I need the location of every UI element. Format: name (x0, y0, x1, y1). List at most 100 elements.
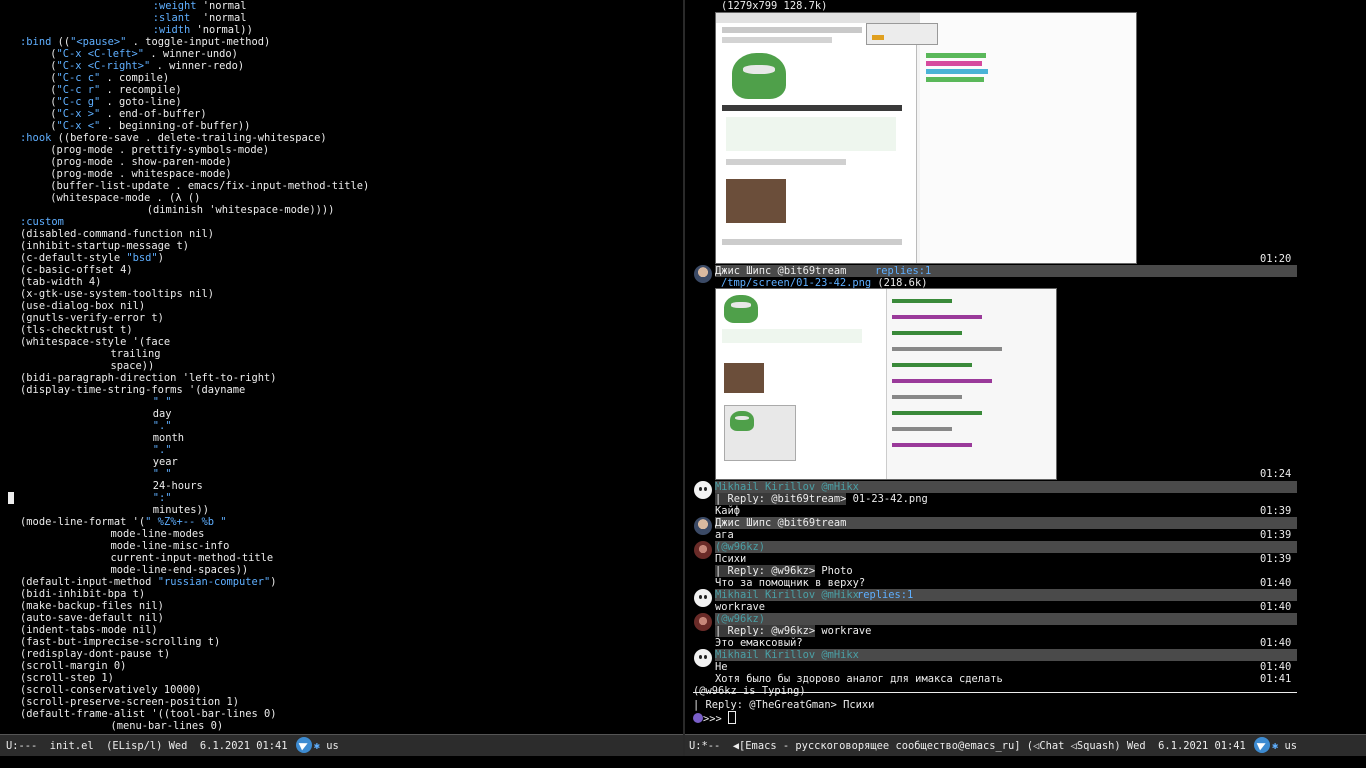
message-time: 01:40 (1260, 601, 1292, 613)
code-line[interactable]: " " (153, 396, 172, 408)
code-line[interactable]: " " (153, 468, 172, 480)
avatar[interactable] (694, 481, 712, 499)
code-line[interactable]: (gnutls-verify-error t) (20, 312, 164, 324)
code-line[interactable]: (make-backup-files nil) (20, 600, 164, 612)
code-line[interactable]: day (153, 408, 172, 420)
code-line[interactable]: (default-input-method "russian-computer"… (20, 576, 277, 588)
telega-chat-buffer[interactable]: (1279x799 128.7k) 01:20 Джис Шипс @bit69… (685, 0, 1366, 734)
code-line[interactable]: (c-default-style "bsd") (20, 252, 164, 264)
message-time: 01:41 (1260, 673, 1292, 685)
avatar[interactable] (694, 517, 712, 535)
code-line[interactable]: (disabled-command-function nil) (20, 228, 214, 240)
avatar[interactable] (694, 613, 712, 631)
code-line[interactable]: (scroll-preserve-screen-position 1) (20, 696, 239, 708)
telegram-icon[interactable] (295, 737, 312, 753)
code-line[interactable]: current-input-method-title (111, 552, 274, 564)
reply-quote[interactable]: | Reply: @bit69tream> 01-23-42.png (715, 493, 928, 505)
sender-name[interactable]: Джис Шипс @bit69tream (715, 517, 846, 529)
avatar[interactable] (694, 541, 712, 559)
code-line[interactable]: (fast-but-imprecise-scrolling t) (20, 636, 220, 648)
code-line[interactable]: ("C-c g" . goto-line) (50, 96, 181, 108)
avatar[interactable] (694, 649, 712, 667)
code-line[interactable]: ("C-c c" . compile) (50, 72, 169, 84)
code-line[interactable]: (whitespace-mode . (λ () (50, 192, 200, 204)
code-line[interactable]: ("C-x <C-right>" . winner-redo) (50, 60, 244, 72)
sender-name[interactable]: (@w96kz) (715, 541, 765, 553)
code-line[interactable]: trailing (111, 348, 161, 360)
message-body: Что за помощник в верху? (715, 577, 866, 589)
code-line[interactable]: "." (153, 444, 172, 456)
code-line[interactable]: (redisplay-dont-pause t) (20, 648, 170, 660)
code-line[interactable]: mode-line-modes (111, 528, 205, 540)
sender-name[interactable]: Mikhail Kirillov @mHikx (715, 649, 859, 661)
code-line[interactable]: month (153, 432, 184, 444)
sender-name[interactable]: Джис Шипс @bit69tream (715, 265, 846, 277)
code-line[interactable]: (scroll-step 1) (20, 672, 114, 684)
input-prompt[interactable]: >>> (693, 711, 737, 725)
sender-name[interactable]: Mikhail Kirillov @mHikx (715, 589, 859, 601)
code-line[interactable]: minutes)) (153, 504, 209, 516)
code-line[interactable]: ":" (153, 492, 172, 504)
avatar[interactable] (694, 265, 712, 283)
code-line[interactable]: (x-gtk-use-system-tooltips nil) (20, 288, 214, 300)
code-line[interactable]: (mode-line-format '(" %Z%+-- %b " (20, 516, 226, 528)
replies-link[interactable]: replies:1 (857, 589, 913, 601)
avatar[interactable] (694, 589, 712, 607)
reply-quote[interactable]: | Reply: @w96kz> Photo (715, 565, 853, 577)
sender-name[interactable]: (@w96kz) (715, 613, 765, 625)
init-el-buffer[interactable]: :weight 'normal:slant 'normal:width 'nor… (0, 0, 683, 734)
message-time: 01:40 (1260, 661, 1292, 673)
emacs-frame: :weight 'normal:slant 'normal:width 'nor… (0, 0, 1366, 768)
code-line[interactable]: 24-hours (153, 480, 203, 492)
code-line[interactable]: (default-frame-alist '((tool-bar-lines 0… (20, 708, 276, 720)
code-line[interactable]: mode-line-end-spaces)) (111, 564, 249, 576)
code-line[interactable]: (indent-tabs-mode nil) (20, 624, 158, 636)
code-line[interactable]: (buffer-list-update . emacs/fix-input-me… (50, 180, 369, 192)
code-line[interactable]: :bind (("<pause>" . toggle-input-method) (20, 36, 270, 48)
code-line[interactable]: (bidi-inhibit-bpa t) (20, 588, 145, 600)
code-line[interactable]: (scroll-margin 0) (20, 660, 126, 672)
right-mode-line[interactable]: U:*-- ◀[Emacs - русскоговорящее сообщест… (685, 734, 1366, 756)
code-line[interactable]: (use-dialog-box nil) (20, 300, 145, 312)
message-time: 01:24 (1260, 468, 1292, 480)
code-line[interactable]: :hook ((before-save . delete-trailing-wh… (20, 132, 327, 144)
code-line[interactable]: (tab-width 4) (20, 276, 101, 288)
code-line[interactable]: (display-time-string-forms '(dayname (20, 384, 245, 396)
code-line[interactable]: :custom (20, 216, 64, 228)
code-line[interactable]: ("C-x <" . beginning-of-buffer)) (50, 120, 250, 132)
echo-area[interactable] (0, 756, 1366, 768)
code-line[interactable]: ("C-x >" . end-of-buffer) (50, 108, 206, 120)
code-line[interactable]: (prog-mode . prettify-symbols-mode) (50, 144, 269, 156)
input-reply-line[interactable]: | Reply: @TheGreatGman> Психи (693, 699, 874, 711)
code-line[interactable]: (auto-save-default nil) (20, 612, 164, 624)
code-line[interactable]: (whitespace-style '(face (20, 336, 170, 348)
reply-quote[interactable]: | Reply: @w96kz> workrave (715, 625, 871, 637)
screenshot-preview-2[interactable] (715, 288, 1057, 480)
message-header: Mikhail Kirillov @mHikx (715, 649, 1297, 661)
message-time: 01:39 (1260, 505, 1292, 517)
code-line[interactable]: space)) (111, 360, 155, 372)
code-line[interactable]: (menu-bar-lines 0) (111, 720, 224, 732)
code-line[interactable]: (prog-mode . show-paren-mode) (50, 156, 231, 168)
code-line[interactable]: (scroll-conservatively 10000) (20, 684, 201, 696)
input-separator (693, 692, 1297, 693)
code-line[interactable]: :slant 'normal (153, 12, 247, 24)
code-line[interactable]: mode-line-misc-info (111, 540, 230, 552)
sender-name[interactable]: Mikhail Kirillov @mHikx (715, 481, 859, 493)
code-line[interactable]: (c-basic-offset 4) (20, 264, 133, 276)
code-line[interactable]: :weight 'normal (153, 0, 247, 12)
telegram-icon[interactable] (1254, 737, 1271, 753)
code-line[interactable]: :width 'normal)) (153, 24, 253, 36)
code-line[interactable]: (inhibit-startup-message t) (20, 240, 189, 252)
code-line[interactable]: "." (153, 420, 172, 432)
code-line[interactable]: (bidi-paragraph-direction 'left-to-right… (20, 372, 276, 384)
left-mode-line[interactable]: U:--- init.el (ELisp/l) Wed 6.1.2021 01:… (0, 734, 683, 756)
replies-link[interactable]: replies:1 (875, 265, 931, 277)
code-line[interactable]: ("C-c r" . recompile) (50, 84, 181, 96)
code-line[interactable]: (tls-checktrust t) (20, 324, 133, 336)
code-line[interactable]: (prog-mode . whitespace-mode) (50, 168, 231, 180)
code-line[interactable]: year (153, 456, 178, 468)
code-line[interactable]: ("C-x <C-left>" . winner-undo) (50, 48, 238, 60)
screenshot-preview-1[interactable] (715, 12, 1137, 264)
code-line[interactable]: (diminish 'whitespace-mode)))) (147, 204, 335, 216)
